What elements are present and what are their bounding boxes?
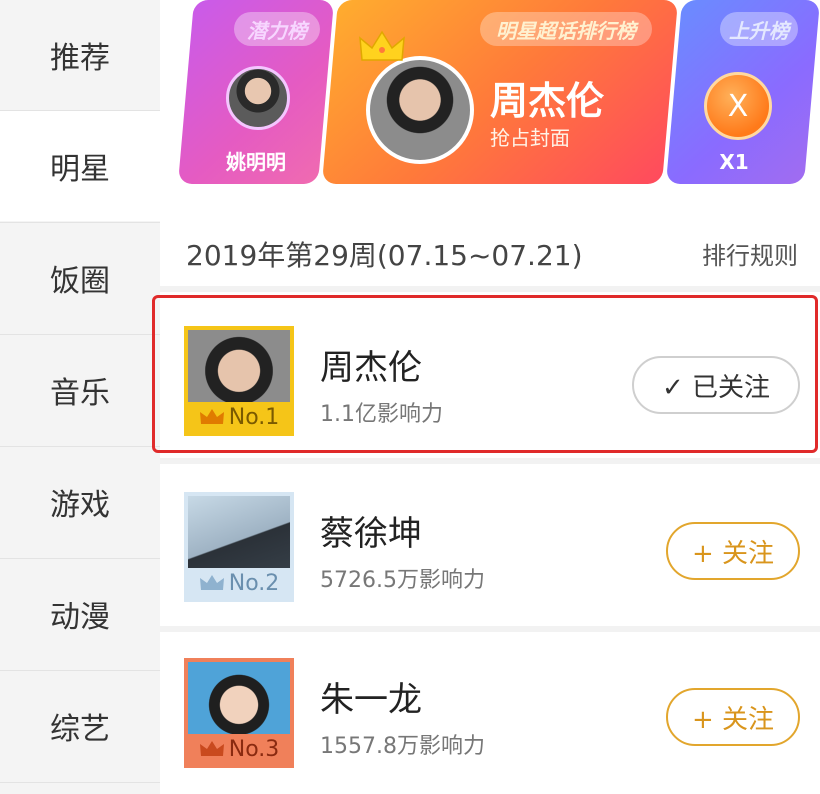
sidebar-item-stars[interactable]: 明星 (0, 111, 160, 221)
sidebar-item-label: 明星 (50, 152, 110, 187)
sidebar-item-label: 动漫 (50, 600, 110, 635)
top-star-name: 周杰伦 (490, 79, 605, 123)
potential-chart-card[interactable]: 潜力榜 姚明明 (177, 0, 335, 184)
row-divider (160, 286, 820, 292)
sidebar-item-label: 游戏 (50, 488, 110, 523)
rank-2-label: No.2 (228, 570, 280, 596)
sidebar-item-recommend[interactable]: 推荐 (0, 0, 160, 110)
rank-2-thumbnail: No.2 (184, 492, 294, 602)
category-sidebar: 推荐 明星 饭圈 音乐 游戏 动漫 综艺 (0, 0, 160, 794)
sidebar-item-label: 音乐 (50, 376, 110, 411)
follow-button[interactable]: + 关注 (666, 522, 800, 580)
crown-icon (359, 30, 405, 61)
top-star-avatar (366, 56, 474, 164)
highlight-box (152, 295, 818, 453)
rank-2-name[interactable]: 蔡徐坤 (320, 506, 422, 555)
crown-icon (199, 575, 224, 590)
sidebar-item-music[interactable]: 音乐 (0, 335, 160, 445)
rising-chart-tag: 上升榜 (720, 12, 798, 46)
follow-button[interactable]: + 关注 (666, 688, 800, 746)
sidebar-item-label: 综艺 (50, 712, 110, 747)
sidebar-item-label: 推荐 (50, 41, 110, 76)
rising-chart-card[interactable]: 上升榜 X X1 (665, 0, 820, 184)
rank-2-influence: 5726.5万影响力 (320, 568, 485, 593)
potential-star-avatar (226, 66, 290, 130)
rising-badge-letter: X (727, 88, 749, 124)
rank-3-label: No.3 (228, 736, 280, 762)
star-chart-tag: 明星超话排行榜 (480, 12, 652, 46)
sidebar-item-variety[interactable]: 综艺 (0, 671, 160, 781)
rank-3-name[interactable]: 朱一龙 (320, 672, 422, 721)
rising-star-name: X1 (719, 150, 749, 174)
rank-2-badge: No.2 (188, 568, 290, 598)
potential-star-name: 姚明明 (226, 150, 286, 174)
potential-chart-tag: 潜力榜 (234, 12, 320, 46)
sidebar-item-fandom[interactable]: 饭圈 (0, 223, 160, 333)
rank-3-thumbnail: No.3 (184, 658, 294, 768)
week-title: 2019年第29周(07.15~07.21) (186, 239, 583, 272)
sidebar-item-anime[interactable]: 动漫 (0, 559, 160, 669)
ranking-row-3[interactable]: No.3 朱一龙 1557.8万影响力 + 关注 (160, 630, 820, 780)
rank-3-badge: No.3 (188, 734, 290, 764)
sidebar-item-label: 饭圈 (50, 264, 110, 299)
ranking-row-2[interactable]: No.2 蔡徐坤 5726.5万影响力 + 关注 (160, 464, 820, 614)
sidebar-item-games[interactable]: 游戏 (0, 447, 160, 557)
star-super-topic-chart-card[interactable]: 明星超话排行榜 周杰伦 抢占封面 (321, 0, 679, 184)
rank-3-influence: 1557.8万影响力 (320, 734, 485, 759)
ranking-rules-link[interactable]: 排行规则 (702, 236, 798, 271)
crown-icon (199, 741, 224, 756)
cover-subtitle: 抢占封面 (490, 126, 570, 150)
sidebar-divider (0, 782, 160, 783)
rising-star-badge: X (704, 72, 772, 140)
